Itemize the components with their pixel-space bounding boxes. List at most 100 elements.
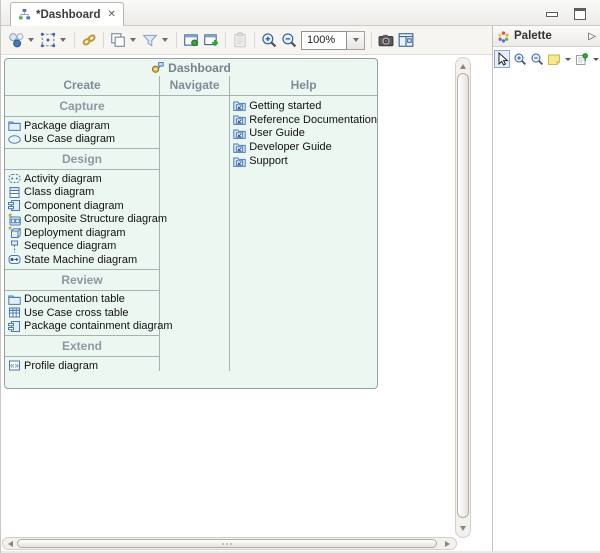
link-getting-started[interactable]: Getting started bbox=[230, 99, 377, 113]
snapshot-button[interactable] bbox=[376, 29, 396, 51]
navigate-column-header: Navigate bbox=[160, 76, 229, 96]
zoom-level-combo: 100% bbox=[301, 31, 365, 50]
horizontal-scrollbar-thumb[interactable] bbox=[17, 539, 437, 548]
paste-button bbox=[230, 29, 250, 51]
zoom-in-button[interactable] bbox=[259, 29, 279, 51]
link-profile-diagram[interactable]: «» Profile diagram bbox=[5, 359, 159, 373]
help-column-header: Help bbox=[230, 76, 377, 96]
palette-toolbar bbox=[493, 47, 600, 70]
dashboard-header: Dashboard bbox=[5, 59, 377, 76]
palette-title: Palette bbox=[514, 30, 584, 42]
link-package-diagram[interactable]: Package diagram bbox=[5, 119, 159, 133]
help-topic-icon bbox=[233, 127, 246, 140]
capture-section: Capture Package diagram bbox=[5, 96, 159, 148]
copy-appearance-button[interactable] bbox=[108, 29, 128, 51]
component-diagram-icon bbox=[8, 199, 21, 212]
filter-dropdown-arrow[interactable] bbox=[162, 38, 168, 42]
select-dropdown-arrow[interactable] bbox=[60, 38, 66, 42]
existing-diagram-button[interactable] bbox=[181, 29, 201, 51]
pin-note-tool[interactable] bbox=[574, 50, 590, 68]
link-developer-guide[interactable]: Developer Guide bbox=[230, 140, 377, 154]
palette-zoom-in-tool[interactable] bbox=[511, 50, 527, 68]
scroll-up-arrow[interactable] bbox=[456, 60, 470, 72]
filter-button[interactable] bbox=[140, 29, 160, 51]
link-support[interactable]: Support bbox=[230, 154, 377, 168]
vertical-scrollbar-thumb[interactable] bbox=[457, 73, 469, 518]
tab-dashboard[interactable]: *Dashboard ✕ bbox=[10, 2, 124, 26]
palette-panel: Palette ▷ bbox=[492, 26, 600, 551]
scroll-down-arrow[interactable] bbox=[456, 522, 470, 534]
help-topic-icon bbox=[233, 113, 246, 126]
palette-zoom-out-tool[interactable] bbox=[529, 50, 545, 68]
usecase-cross-table-icon bbox=[8, 306, 21, 319]
new-diagram-button[interactable] bbox=[201, 29, 221, 51]
zoom-level-dropdown[interactable] bbox=[347, 31, 365, 50]
tab-title: *Dashboard bbox=[36, 9, 101, 21]
select-elements-button[interactable] bbox=[38, 29, 58, 51]
editor-tab-bar: *Dashboard ✕ bbox=[1, 0, 600, 26]
link-usecase-diagram[interactable]: Use Case diagram bbox=[5, 133, 159, 147]
composite-structure-diagram-icon bbox=[8, 213, 21, 226]
link-documentation-table[interactable]: Documentation table bbox=[5, 293, 159, 307]
diagram-canvas[interactable]: Dashboard Create Capture bbox=[1, 55, 492, 551]
arrange-elements-button[interactable] bbox=[6, 29, 26, 51]
usecase-diagram-icon bbox=[8, 133, 21, 146]
diagram-overview-button[interactable] bbox=[396, 29, 416, 51]
pin-note-dropdown-arrow[interactable] bbox=[593, 58, 599, 61]
help-topic-icon bbox=[233, 155, 246, 168]
package-containment-diagram-icon bbox=[8, 320, 21, 333]
link-button[interactable] bbox=[79, 29, 99, 51]
palette-header[interactable]: Palette ▷ bbox=[493, 26, 600, 47]
toolbar-separator bbox=[371, 32, 372, 48]
activity-diagram-icon bbox=[8, 172, 21, 185]
select-tool[interactable] bbox=[494, 50, 510, 68]
arrange-dropdown-arrow[interactable] bbox=[28, 38, 34, 42]
link-component-diagram[interactable]: Component diagram bbox=[5, 199, 159, 213]
package-diagram-icon bbox=[8, 119, 21, 132]
review-section: Review Documentation table bbox=[5, 269, 159, 336]
svg-text:«»: «» bbox=[10, 361, 19, 370]
link-state-machine-diagram[interactable]: State Machine diagram bbox=[5, 253, 159, 267]
link-package-containment-diagram[interactable]: Package containment diagram bbox=[5, 320, 159, 334]
note-dropdown-arrow[interactable] bbox=[565, 58, 571, 61]
link-reference-documentation[interactable]: Reference Documentation bbox=[230, 113, 377, 127]
copy-dropdown-arrow[interactable] bbox=[130, 38, 136, 42]
link-usecase-cross-table[interactable]: Use Case cross table bbox=[5, 306, 159, 320]
vertical-scrollbar[interactable] bbox=[455, 57, 471, 538]
review-section-header: Review bbox=[5, 269, 159, 291]
toolbar-separator bbox=[74, 32, 75, 48]
deployment-diagram-icon bbox=[8, 226, 21, 239]
toolbar-separator bbox=[176, 32, 177, 48]
tab-close-icon[interactable]: ✕ bbox=[108, 10, 116, 20]
sequence-diagram-icon bbox=[8, 240, 21, 253]
toolbar-separator bbox=[254, 32, 255, 48]
horizontal-scrollbar[interactable] bbox=[2, 537, 457, 550]
toolbar-separator bbox=[225, 32, 226, 48]
design-section-header: Design bbox=[5, 148, 159, 170]
design-section: Design Activity diagram bbox=[5, 148, 159, 269]
zoom-out-button[interactable] bbox=[279, 29, 299, 51]
minimize-button[interactable] bbox=[546, 12, 558, 17]
state-machine-diagram-icon bbox=[8, 253, 21, 266]
toolbar-separator bbox=[103, 32, 104, 48]
application-window: *Dashboard ✕ bbox=[0, 0, 600, 553]
link-activity-diagram[interactable]: Activity diagram bbox=[5, 172, 159, 186]
note-tool[interactable] bbox=[546, 50, 562, 68]
link-user-guide[interactable]: User Guide bbox=[230, 127, 377, 141]
help-column: Help Getting started bbox=[230, 76, 377, 371]
link-composite-structure-diagram[interactable]: Composite Structure diagram bbox=[5, 213, 159, 227]
scroll-right-arrow[interactable] bbox=[441, 538, 454, 549]
zoom-level-value[interactable]: 100% bbox=[301, 31, 347, 50]
link-sequence-diagram[interactable]: Sequence diagram bbox=[5, 240, 159, 254]
dashboard-icon bbox=[151, 61, 164, 74]
link-deployment-diagram[interactable]: Deployment diagram bbox=[5, 226, 159, 240]
help-topic-icon bbox=[233, 99, 246, 112]
scroll-left-arrow[interactable] bbox=[4, 538, 17, 549]
diagram-toolbar: 100% bbox=[1, 26, 492, 55]
extend-section-header: Extend bbox=[5, 335, 159, 357]
palette-pin-arrow-icon[interactable]: ▷ bbox=[588, 31, 596, 42]
create-column-header: Create bbox=[5, 76, 159, 96]
class-diagram-icon bbox=[8, 186, 21, 199]
link-class-diagram[interactable]: Class diagram bbox=[5, 186, 159, 200]
maximize-button[interactable] bbox=[574, 8, 586, 20]
